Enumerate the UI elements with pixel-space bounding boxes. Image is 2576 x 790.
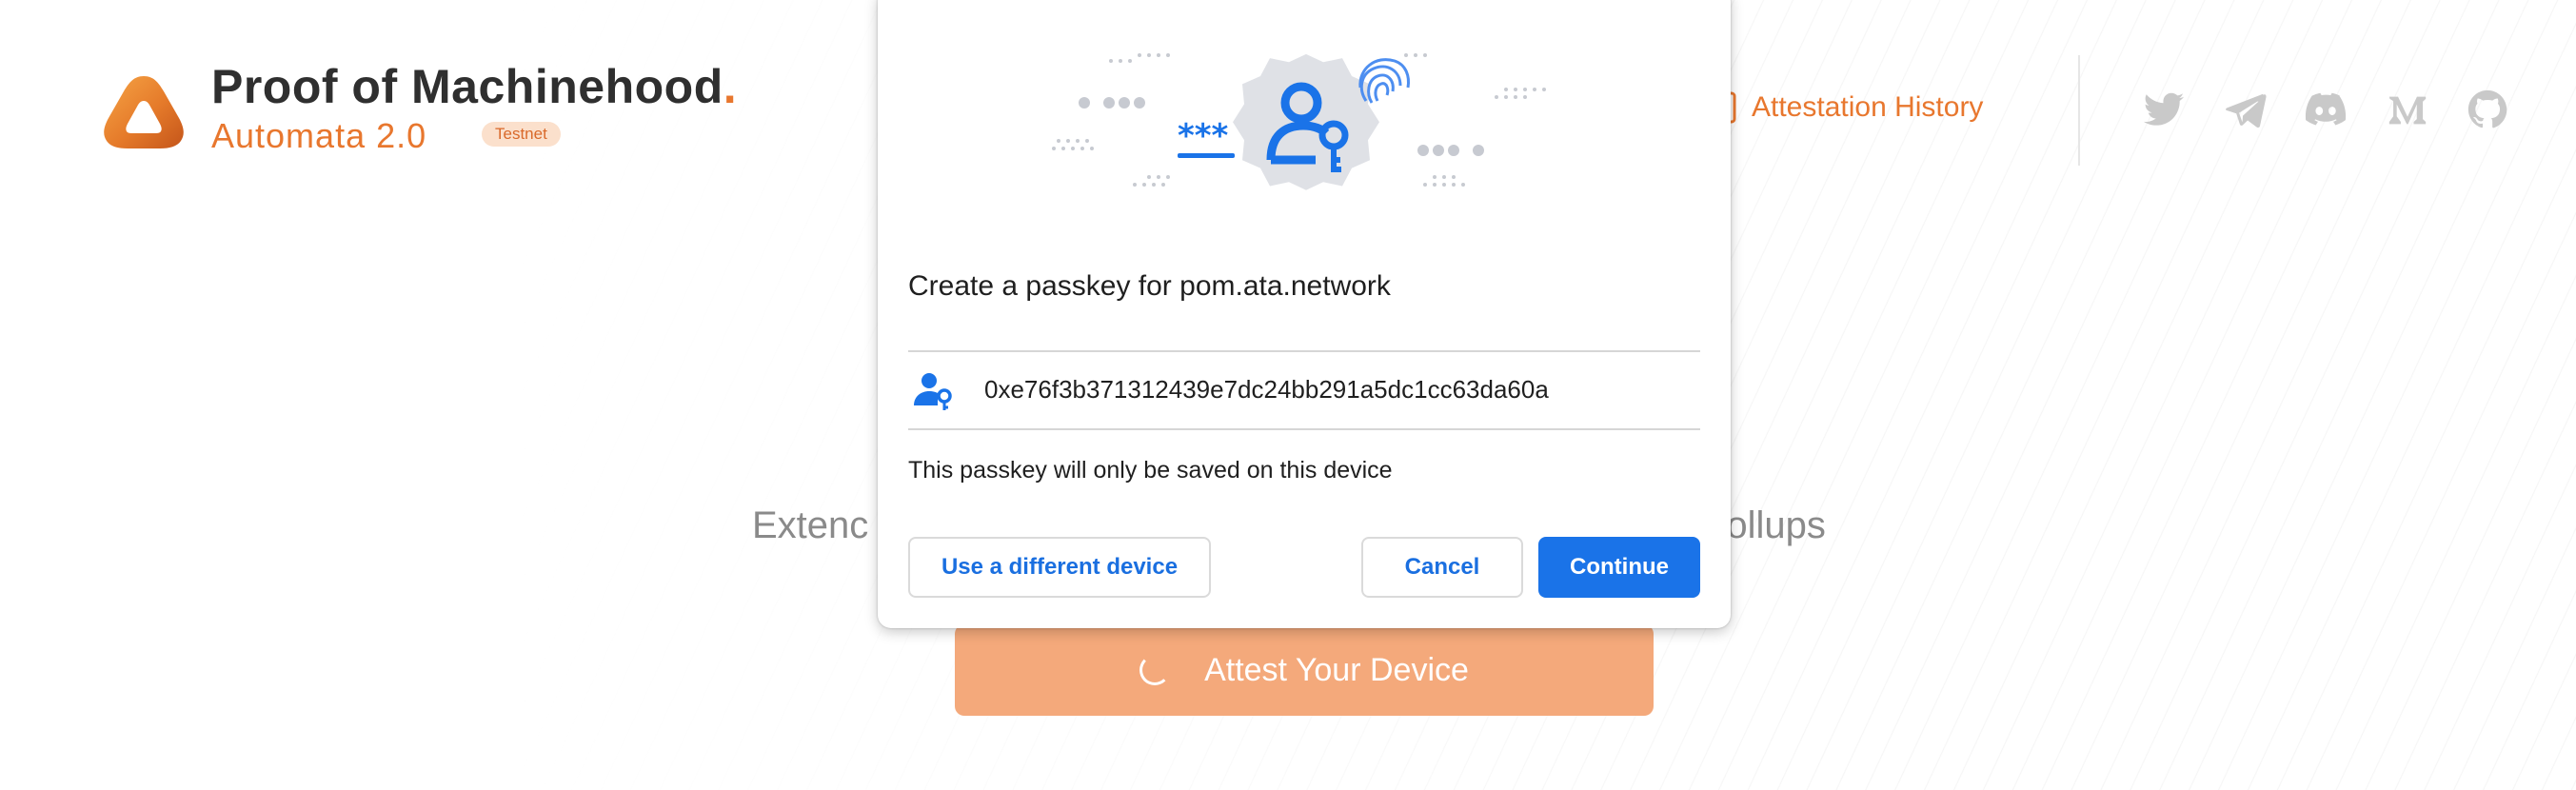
medium-icon[interactable]: [2386, 88, 2429, 131]
twitter-icon[interactable]: [2142, 88, 2186, 131]
telegram-icon[interactable]: [2223, 88, 2267, 131]
divider: [908, 350, 1700, 352]
passkey-dialog: *** Create a passkey for pom.ata.network…: [878, 0, 1731, 628]
brand-subtitle: Automata 2.0: [211, 116, 427, 155]
cancel-button[interactable]: Cancel: [1361, 537, 1523, 598]
network-badge: Testnet: [482, 122, 561, 147]
device-note: This passkey will only be saved on this …: [908, 457, 1393, 484]
attest-device-label: Attest Your Device: [1204, 651, 1469, 688]
passkey-illustration-icon: ***: [1052, 53, 1546, 190]
brand-title: Proof of Machinehood.: [211, 59, 737, 114]
svg-text:***: ***: [1178, 117, 1229, 155]
automata-logo-icon[interactable]: [101, 69, 187, 154]
loading-spinner-icon: [1139, 655, 1171, 685]
user-passkey-icon: [914, 373, 952, 410]
attestation-history-link[interactable]: Attestation History: [1712, 91, 1983, 124]
continue-button[interactable]: Continue: [1538, 537, 1700, 598]
dialog-title: Create a passkey for pom.ata.network: [908, 270, 1391, 302]
attest-device-button[interactable]: Attest Your Device: [955, 624, 1654, 716]
account-address: 0xe76f3b371312439e7dc24bb291a5dc1cc63da6…: [984, 375, 1549, 404]
header-divider: [2078, 55, 2080, 166]
tagline-left-fragment: Extenc: [752, 504, 869, 546]
divider: [908, 428, 1700, 430]
attestation-history-label: Attestation History: [1752, 91, 1984, 123]
use-different-device-button[interactable]: Use a different device: [908, 537, 1211, 598]
discord-icon[interactable]: [2304, 88, 2348, 131]
github-icon[interactable]: [2466, 88, 2509, 131]
brand-title-text: Proof of Machinehood: [211, 60, 723, 113]
brand-title-dot: .: [723, 60, 738, 113]
